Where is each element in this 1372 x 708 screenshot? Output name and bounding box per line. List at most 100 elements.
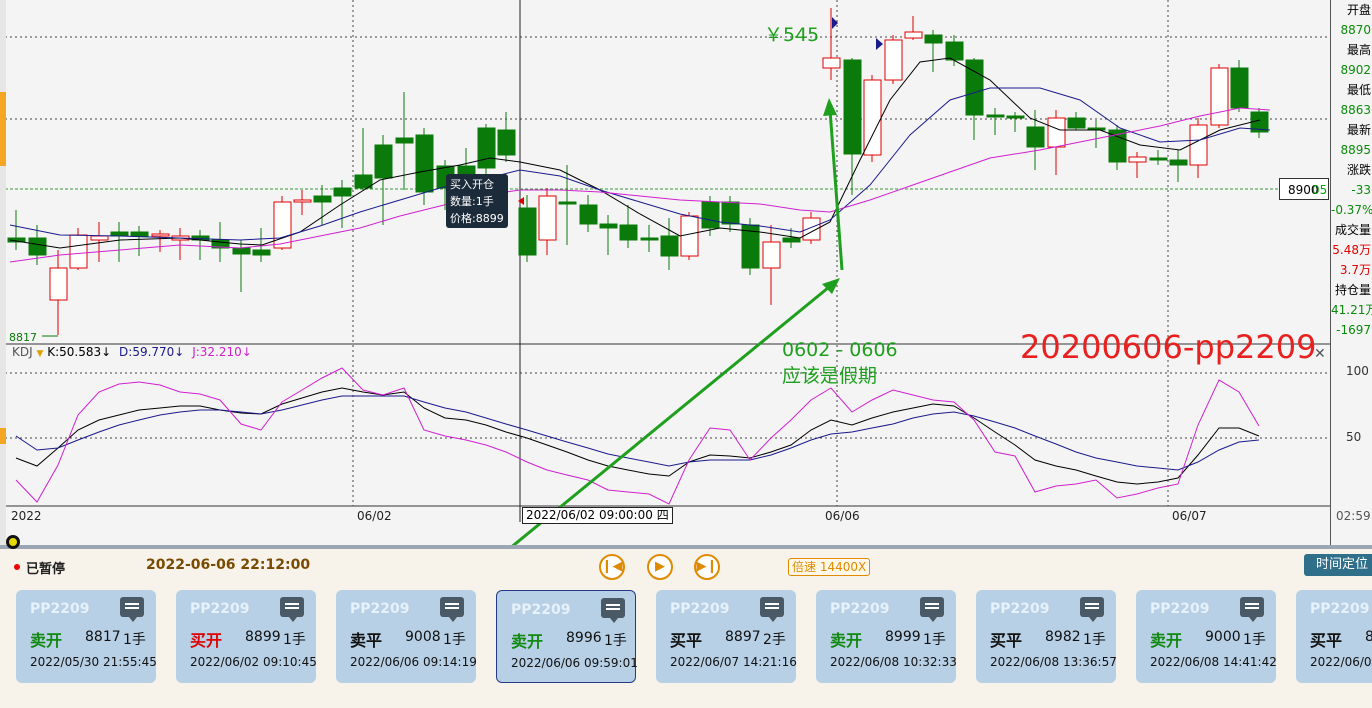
cursor-price-suffix: 05 [1312,183,1328,197]
quote-value: 3.7万 [1339,263,1371,277]
comment-icon[interactable] [440,597,464,622]
quote-value: 41.21万 [1331,303,1372,317]
trade-qty: 2手 [763,632,786,648]
replay-toolbar: 已暂停 2022-06-06 22:12:00 ❙◀ ▶ ▶❙ 倍速 14400… [0,545,1372,581]
comment-icon[interactable] [280,597,304,622]
kdj-legend[interactable]: KDJ ▼ K:50.583↓ D:59.770↓ J:32.210↓ [12,345,252,359]
comment-icon[interactable] [920,597,944,622]
comment-icon[interactable] [1080,597,1104,622]
candle-body [477,127,496,169]
candle-body [293,199,312,203]
candle-body [1149,157,1168,161]
replay-progress-handle[interactable] [6,535,20,549]
candle-body [1210,67,1229,126]
kdj-d-value: D:59.770↓ [119,345,185,359]
trade-action: 买平 [1310,631,1343,650]
trade-card[interactable]: PP2209 卖开 8999 1手 2022/06/08 10:32:33 [816,590,957,683]
candle-body [69,234,88,269]
candle-body [884,39,903,81]
left-strip-tab[interactable] [0,428,6,444]
quote-value: 8870 [1340,23,1371,37]
candle-body [151,233,170,237]
candle-body [579,204,598,225]
trade-time: 2022/06/02 09:10:45 [190,655,317,669]
step-back-button[interactable]: ❙◀ [599,554,625,580]
candlestick-series [7,8,1269,335]
candle-body [782,237,801,243]
trade-qty: 1手 [123,632,146,648]
replay-time: 2022-06-06 22:12:00 [146,557,311,573]
trade-card[interactable]: PP2209 卖开 9000 1手 2022/06/08 14:41:42 [1136,590,1277,683]
cursor-price-box: 8900 05 [1279,178,1329,200]
trade-time: 2022/06/06 09:59:01 [511,656,638,670]
trade-time: 2022/06/07 14:21:16 [670,655,797,669]
current-time-label: 02:59 [1336,509,1371,523]
trade-price: 8897 [725,629,761,645]
comment-icon[interactable] [1240,597,1264,622]
quote-label: 开盘 [1346,3,1371,17]
trade-card[interactable]: PP2209 买平 8982 1手 2022/06/08 13:36:57 [976,590,1117,683]
trade-card[interactable]: PP2209 买平 8 2022/06/09 [1296,590,1372,683]
speed-selector[interactable]: 倍速 14400X [788,558,871,576]
step-forward-button[interactable]: ▶❙ [694,554,720,580]
kdj-lines [15,367,1260,505]
time-locate-button[interactable]: 时间定位 [1304,554,1372,576]
comment-icon[interactable] [120,597,144,622]
play-icon: ▶ [655,559,665,574]
annotation-arrows [42,17,883,545]
candle-body [843,59,862,155]
trade-card[interactable]: PP2209 卖开 8996 1手 2022/06/06 09:59:01 [496,590,638,683]
kdj-j-value: J:32.210↓ [192,345,252,359]
trade-card[interactable]: PP2209 卖开 8817 1手 2022/05/30 21:55:45 [16,590,157,683]
quote-value: -0.37% [1331,203,1372,217]
candle-body [701,201,720,229]
candle-body [1047,117,1066,148]
low-price-marker: 8817 [9,331,37,344]
candle-body [863,79,882,156]
signal-marker [832,17,838,29]
step-back-icon: ❙◀ [601,559,623,574]
candle-body [49,267,68,301]
trade-symbol: PP2209 [350,601,410,617]
candle-body [1189,124,1208,166]
play-button[interactable]: ▶ [647,554,673,580]
trade-action: 卖开 [830,631,863,650]
candle-body [130,231,149,237]
replay-status: 已暂停 [26,562,66,577]
kdj-j-line [15,367,1260,505]
kline-chart[interactable] [0,0,1372,545]
trade-price: 9000 [1205,629,1241,645]
quote-value: 8895 [1340,143,1371,157]
time-axis-label: 06/02 [357,509,392,523]
trade-action: 买开 [190,631,223,650]
trade-qty: 1手 [1083,632,1106,648]
candle-body [822,57,841,69]
trade-time: 2022/06/06 09:14:19 [350,655,477,669]
candle-body [1169,159,1188,166]
candle-body [924,34,943,44]
candle-body [273,201,292,249]
left-tool-strip[interactable] [0,0,6,545]
trade-symbol: PP2209 [670,601,730,617]
kdj-k-line [15,387,1260,485]
trade-card-list: PP2209 卖开 8817 1手 2022/05/30 21:55:45 PP2209 买… [0,581,1372,708]
trade-card[interactable]: PP2209 买开 8899 1手 2022/06/02 09:10:45 [176,590,317,683]
step-forward-icon: ▶❙ [696,559,718,574]
trade-card[interactable]: PP2209 卖平 9008 1手 2022/06/06 09:14:19 [336,590,477,683]
kdj-d-line [15,395,1260,471]
candle-body [904,31,923,39]
trade-qty: 1手 [1243,632,1266,648]
comment-icon[interactable] [601,598,625,623]
comment-icon[interactable] [760,597,784,622]
trade-card[interactable]: PP2209 买平 8897 2手 2022/06/07 14:21:16 [656,590,797,683]
trade-action: 卖平 [350,631,383,650]
quote-label: 最低 [1346,83,1371,97]
candle-body [619,224,638,241]
trade-price: 9008 [405,629,441,645]
trade-time: 2022/06/09 [1310,655,1372,669]
left-strip-tab[interactable] [0,92,6,166]
tooltip-qty: 数量:1手 [450,195,494,208]
candle-body [518,207,537,256]
kdj-dropdown-icon[interactable]: ▼ [36,349,43,359]
trade-symbol: PP2209 [830,601,890,617]
